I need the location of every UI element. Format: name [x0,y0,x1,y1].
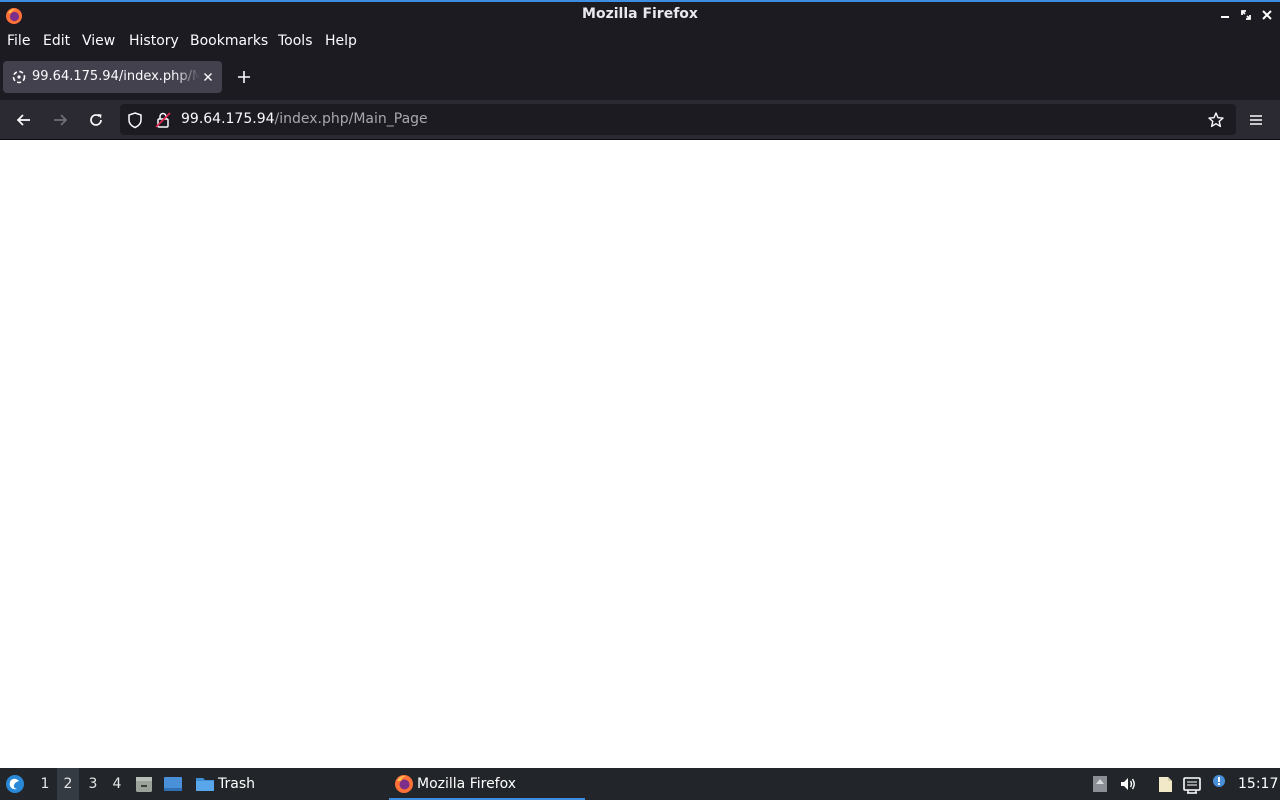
bookmark-star-icon[interactable] [1207,111,1225,129]
reload-icon[interactable] [86,110,106,130]
close-tab-icon[interactable] [200,69,216,85]
nav-bar: 99.64.175.94/index.php/Main_Page [0,100,1280,140]
notification-icon[interactable] [1209,774,1229,794]
file-manager-icon[interactable] [134,774,154,794]
menu-help[interactable]: Help [325,32,357,50]
menu-tools[interactable]: Tools [278,32,313,50]
url-bar[interactable]: 99.64.175.94/index.php/Main_Page [120,104,1236,135]
forward-arrow-icon[interactable] [50,110,70,130]
tab-title: 99.64.175.94/index.php/Main_Page [32,69,200,84]
menu-view[interactable]: View [82,32,115,50]
firefox-icon [395,775,413,793]
insecure-lock-icon[interactable] [154,111,172,129]
taskbar-firefox-task[interactable]: Mozilla Firefox [389,768,585,800]
menu-edit[interactable]: Edit [43,32,70,50]
minimize-icon[interactable] [1216,6,1234,24]
url-path: /index.php/Main_Page [274,111,428,127]
menu-bar: File Edit View History Bookmarks Tools H… [0,30,1280,54]
menu-history[interactable]: History [129,32,179,50]
tab-main-page[interactable]: 99.64.175.94/index.php/Main_Page [3,61,222,93]
taskbar: 1 2 3 4 Trash Mozilla Firefox 15:17 [0,768,1280,800]
show-desktop-icon[interactable] [163,774,183,794]
taskbar-clock[interactable]: 15:17 [1238,775,1278,793]
volume-icon[interactable] [1118,774,1138,794]
tab-strip: 99.64.175.94/index.php/Main_Page [0,54,1280,100]
tracking-shield-icon[interactable] [126,111,144,129]
workspace-2[interactable]: 2 [57,768,79,800]
workspace-3[interactable]: 3 [82,768,104,800]
new-tab-plus-icon[interactable] [235,68,253,86]
start-menu-icon[interactable] [5,774,25,794]
clipboard-icon[interactable] [1155,774,1175,794]
url-text[interactable]: 99.64.175.94/index.php/Main_Page [181,111,428,128]
menu-bookmarks[interactable]: Bookmarks [190,32,268,50]
menu-file[interactable]: File [7,32,30,50]
trash-label[interactable]: Trash [218,775,255,793]
workspace-4[interactable]: 4 [106,768,128,800]
loading-favicon-icon [12,70,26,84]
updates-tray-icon[interactable] [1090,774,1110,794]
trash-folder-icon[interactable] [195,774,215,794]
back-arrow-icon[interactable] [14,110,34,130]
window-titlebar[interactable]: Mozilla Firefox [0,0,1280,30]
maximize-icon[interactable] [1237,6,1255,24]
taskbar-firefox-label: Mozilla Firefox [417,776,517,792]
network-icon[interactable] [1182,774,1202,794]
page-content[interactable] [0,140,1280,768]
workspace-1[interactable]: 1 [34,768,56,800]
url-host: 99.64.175.94 [181,111,275,127]
hamburger-menu-icon[interactable] [1246,110,1266,130]
close-window-icon[interactable] [1258,6,1276,24]
window-title: Mozilla Firefox [582,6,698,22]
